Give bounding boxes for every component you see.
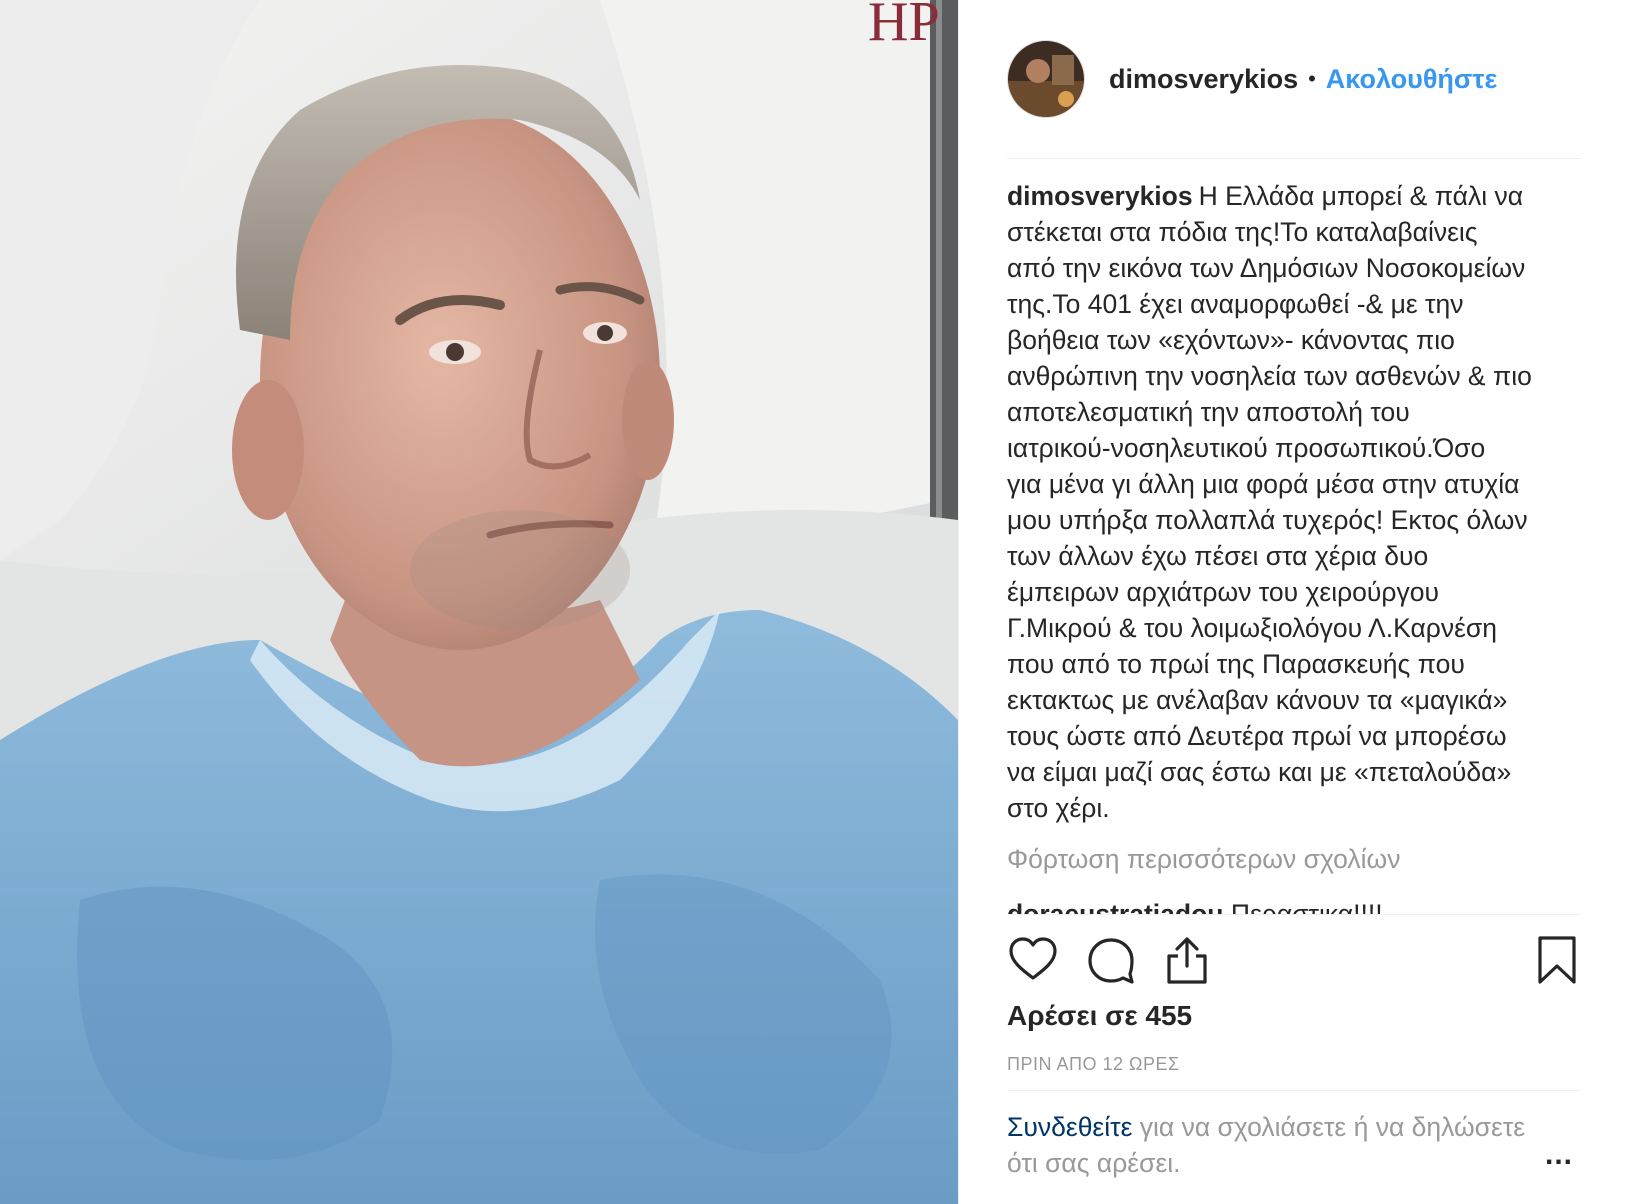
likes-count[interactable]: Αρέσει σε 455: [1007, 1000, 1192, 1032]
footer-divider: [1007, 1090, 1581, 1091]
caption-line: Γ.Μικρού & του λοιμωξιολόγου Λ.Καρνέση: [1007, 610, 1585, 646]
caption-line: για μένα γι άλλη μια φορά μέσα στην ατυχ…: [1007, 466, 1585, 502]
caption-line: να είμαι μαζί σας έστω και με «πεταλούδα…: [1007, 754, 1585, 790]
post-header: dimosverykios • Ακολουθήστε: [1007, 40, 1581, 118]
post-timestamp: ΠΡΙΝ ΑΠΟ 12 ΩΡΕΣ: [1007, 1054, 1180, 1074]
comment-list: doraeustratiadou Περαστικα!!!!: [1007, 896, 1581, 915]
caption-text: μου υπήρξα πολλαπλά τυχερός! Εκτος όλων: [1007, 505, 1528, 535]
caption-line: εκτακτως με ανέλαβαν κάνουν τα «μαγικά»: [1007, 682, 1585, 718]
caption-text: ανθρώπινη την νοσηλεία των ασθενών & πιο: [1007, 361, 1532, 391]
avatar-image: [1008, 41, 1084, 117]
caption-text: τους ώστε από Δευτέρα πρωί να μπορέσω: [1007, 721, 1507, 751]
share-button[interactable]: [1161, 934, 1213, 986]
like-button[interactable]: [1007, 934, 1059, 986]
caption-line: μου υπήρξα πολλαπλά τυχερός! Εκτος όλων: [1007, 502, 1585, 538]
caption-text: για μένα γι άλλη μια φορά μέσα στην ατυχ…: [1007, 469, 1520, 499]
caption-text: Γ.Μικρού & του λοιμωξιολόγου Λ.Καρνέση: [1007, 613, 1498, 643]
comment-button[interactable]: [1085, 934, 1137, 986]
bookmark-button[interactable]: [1531, 934, 1583, 986]
caption-text: από την εικόνα των Δημόσιων Νοσοκομείων: [1007, 253, 1526, 283]
post-sidebar: dimosverykios • Ακολουθήστε dimosverykio…: [958, 0, 1630, 1204]
caption-line: της.Το 401 έχει αναμορφωθεί -& με την: [1007, 286, 1585, 322]
caption-text: ιατρικού-νοσηλευτικού προσωπικού.Όσο: [1007, 433, 1486, 463]
separator-dot: •: [1308, 66, 1316, 91]
caption-text: εκτακτως με ανέλαβαν κάνουν τα «μαγικά»: [1007, 685, 1508, 715]
post-photo[interactable]: HP: [0, 0, 958, 1204]
caption-text: έμπειρων αρχιάτρων του χειρούργου: [1007, 577, 1439, 607]
pillow-monogram: HP: [868, 0, 940, 53]
caption-line: έμπειρων αρχιάτρων του χειρούργου: [1007, 574, 1585, 610]
caption-line: αποτελεσματική την αποστολή του: [1007, 394, 1585, 430]
comment-text: Περαστικα!!!!: [1230, 899, 1383, 915]
share-icon: [1167, 937, 1207, 984]
caption-line: των άλλων έχω πέσει στα χέρια δυο: [1007, 538, 1585, 574]
bookmark-icon: [1538, 936, 1576, 984]
caption-username-link[interactable]: dimosverykios: [1007, 181, 1193, 211]
caption-line: βοήθεια των «εχόντων»- κάνοντας πιο: [1007, 322, 1585, 358]
caption-line: τους ώστε από Δευτέρα πρωί να μπορέσω: [1007, 718, 1585, 754]
comment-icon: [1088, 938, 1134, 984]
caption-text: αποτελεσματική την αποστολή του: [1007, 397, 1410, 427]
comment-item: doraeustratiadou Περαστικα!!!!: [1007, 896, 1581, 915]
load-more-comments-button[interactable]: Φόρτωση περισσότερων σχολίων: [1007, 844, 1400, 875]
avatar[interactable]: [1007, 40, 1085, 118]
caption-text: των άλλων έχω πέσει στα χέρια δυο: [1007, 541, 1429, 571]
post-photo-image: HP: [0, 0, 958, 1204]
caption-text: της.Το 401 έχει αναμορφωθεί -& με την: [1007, 289, 1464, 319]
username-link[interactable]: dimosverykios: [1109, 64, 1298, 95]
follow-button[interactable]: Ακολουθήστε: [1326, 64, 1497, 95]
heart-icon: [1009, 937, 1057, 980]
caption-text: που από το πρωί της Παρασκευής που: [1007, 649, 1465, 679]
caption-line: ιατρικού-νοσηλευτικού προσωπικού.Όσο: [1007, 430, 1585, 466]
caption-line: dimosverykios Η Ελλάδα μπορεί & πάλι να: [1007, 178, 1585, 214]
caption-text: Η Ελλάδα μπορεί & πάλι να: [1198, 181, 1524, 211]
caption-line: στο χέρι.: [1007, 790, 1585, 826]
caption-text: βοήθεια των «εχόντων»- κάνοντας πιο: [1007, 325, 1455, 355]
caption-line: στέκεται στα πόδια της!Το καταλαβαίνεις: [1007, 214, 1585, 250]
caption-line: από την εικόνα των Δημόσιων Νοσοκομείων: [1007, 250, 1585, 286]
caption-text: να είμαι μαζί σας έστω και με «πεταλούδα…: [1007, 757, 1512, 787]
post-actions: [1007, 934, 1583, 986]
caption-text: στέκεται στα πόδια της!Το καταλαβαίνεις: [1007, 217, 1478, 247]
post-caption: dimosverykios Η Ελλάδα μπορεί & πάλι να στ…: [1007, 178, 1585, 826]
comment-user-link[interactable]: doraeustratiadou: [1007, 899, 1223, 914]
login-prompt: Συνδεθείτε για να σχολιάσετε ή να δηλώσε…: [1007, 1109, 1527, 1181]
more-options-button[interactable]: ...: [1545, 1138, 1573, 1172]
login-link[interactable]: Συνδεθείτε: [1007, 1112, 1132, 1142]
caption-text: στο χέρι.: [1007, 793, 1110, 823]
caption-line: ανθρώπινη την νοσηλεία των ασθενών & πιο: [1007, 358, 1585, 394]
header-divider: [1007, 158, 1581, 159]
caption-line: που από το πρωί της Παρασκευής που: [1007, 646, 1585, 682]
